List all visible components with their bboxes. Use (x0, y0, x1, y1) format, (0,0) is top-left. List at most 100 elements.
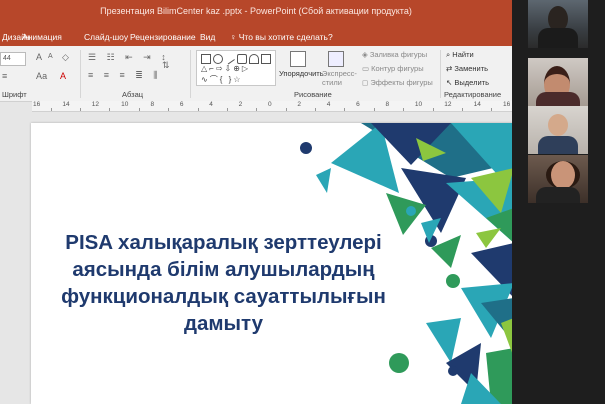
replace-label: Заменить (454, 64, 489, 73)
circle-shape (448, 366, 458, 376)
text-direction-icon[interactable]: ⇅ (162, 60, 170, 71)
participant-video-3[interactable] (528, 106, 588, 154)
ruler-tick (491, 108, 493, 111)
ruler-label: 4 (209, 101, 213, 108)
ruler-label: 0 (268, 101, 272, 108)
horizontal-ruler: 16 14 12 10 8 6 4 2 0 2 4 6 8 10 12 14 16 (32, 101, 512, 112)
ruler-label: 12 (444, 101, 452, 108)
ruler-tick (50, 108, 52, 111)
ruler-tick (109, 108, 111, 111)
arrange-button[interactable]: Упорядочить (279, 69, 324, 78)
ruler-label: 6 (179, 101, 184, 108)
rectangle-shape-icon[interactable] (201, 54, 211, 64)
slide-title-line: функционалдық сауаттылығын (61, 285, 386, 308)
participant-face (546, 161, 580, 189)
quick-styles-button[interactable]: Экспресс-стили (322, 69, 357, 87)
participant-video-1[interactable] (528, 0, 588, 48)
triangle-shape (426, 318, 461, 363)
replace-button[interactable]: ⇄ Заменить (446, 64, 488, 73)
participant-body (538, 28, 578, 48)
ruler-label: 16 (503, 101, 511, 108)
separator (440, 50, 441, 98)
ruler-tick (226, 108, 228, 111)
shape-effects-button[interactable]: ◻ Эффекты фигуры (362, 78, 433, 87)
separator (80, 50, 81, 98)
circle-shape (446, 274, 460, 288)
window-title: Презентация BilimCenter kaz .pptx - Powe… (100, 6, 412, 16)
slide-title-line: дамыту (183, 312, 264, 335)
list-icons[interactable]: ☰ ☷ ⇤ ⇥ ↕ (88, 52, 170, 63)
change-case-icon[interactable]: Аа (36, 71, 47, 81)
shapes-gallery[interactable]: △⌐⇨⇩⊕▷ ∿⌒{ }☆ (196, 50, 276, 86)
ruler-label: 2 (297, 101, 301, 108)
ruler-label: 8 (150, 101, 155, 108)
find-label: Найти (452, 50, 474, 59)
ruler-label: 14 (62, 101, 70, 108)
shapes-row-2[interactable]: △⌐⇨⇩⊕▷ (201, 64, 250, 73)
textbox-shape-icon[interactable] (261, 54, 271, 64)
oval-shape-icon[interactable] (213, 54, 223, 64)
ruler-label: 4 (326, 101, 331, 108)
powerpoint-app: Презентация BilimCenter kaz .pptx - Powe… (0, 0, 605, 404)
ruler-tick (373, 108, 375, 111)
shape-fill-button[interactable]: ◈ Заливка фигуры (362, 50, 427, 59)
arrange-icon[interactable] (290, 51, 306, 67)
font-color-icon[interactable]: A (60, 71, 66, 81)
decrease-font-icon[interactable]: A (48, 53, 53, 60)
ruler-label: 10 (414, 101, 423, 108)
font-size-field[interactable]: 44 (0, 52, 26, 66)
participant-video-2[interactable] (528, 58, 588, 106)
tab-review[interactable]: Рецензирование (130, 32, 196, 42)
ruler-tick (461, 108, 463, 111)
select-button[interactable]: ↖ Выделить (446, 78, 489, 87)
circle-shape (406, 206, 416, 216)
align-icons[interactable]: ≡ ≡ ≡ ≣ ⫼ (88, 70, 161, 81)
lightbulb-icon: ♀ (230, 32, 239, 42)
rounded-rect-icon[interactable] (237, 54, 247, 64)
slide-title-line: аясында білім алушылардың (72, 258, 375, 281)
shape-outline-button[interactable]: ▭ Контур фигуры (362, 64, 424, 73)
select-label: Выделить (454, 78, 489, 87)
slide-canvas[interactable]: PISA халықаралық зерттеулері аясында біл… (31, 123, 514, 404)
circle-shape (389, 353, 409, 373)
ruler-tick (344, 108, 346, 111)
ruler-tick (138, 108, 140, 111)
shape-outline-label: Контур фигуры (371, 64, 424, 73)
line-shape-icon[interactable] (223, 52, 235, 65)
tab-view[interactable]: Вид (200, 32, 215, 42)
ruler-label: 8 (385, 101, 390, 108)
group-label-editing: Редактирование (444, 90, 502, 99)
group-label-drawing: Рисование (294, 90, 332, 99)
slide-title-line: PISA халықаралық зерттеулері (65, 231, 382, 254)
ruler-label: 10 (121, 101, 129, 108)
clear-format-icon[interactable]: ◇ (62, 52, 69, 63)
ruler-label: 14 (473, 101, 481, 108)
circle-shape (300, 142, 312, 154)
arc-shape-icon[interactable] (249, 54, 259, 64)
tell-me-search[interactable]: ♀ Что вы хотите сделать? (230, 32, 333, 42)
increase-font-icon[interactable]: A (36, 52, 42, 62)
participant-video-4[interactable] (528, 155, 588, 203)
title-bar: Презентация BilimCenter kaz .pptx - Powe… (0, 0, 512, 26)
ruler-tick (197, 108, 199, 111)
slide-title[interactable]: PISA халықаралық зерттеулері аясында біл… (31, 229, 416, 337)
triangle-shape (316, 168, 331, 193)
find-button[interactable]: ⌕ Найти (446, 50, 474, 60)
ribbon: 44 A A ◇ ≡ Аа A Шрифт ☰ ☷ ⇤ ⇥ ↕ ≡ ≡ ≡ ≣ … (0, 46, 512, 102)
triangle-shape (476, 228, 501, 248)
tab-slideshow[interactable]: Слайд-шоу (84, 32, 128, 42)
ruler-label: 6 (356, 101, 360, 108)
separator (190, 50, 191, 98)
quick-styles-icon[interactable] (328, 51, 344, 67)
tab-animation[interactable]: Анимация (22, 32, 62, 42)
shape-fill-label: Заливка фигуры (369, 50, 428, 59)
ruler-tick (315, 108, 317, 111)
participant-face (548, 114, 568, 136)
char-spacing-icon[interactable]: ≡ (2, 71, 7, 81)
group-label-paragraph: Абзац (122, 90, 144, 99)
shape-effects-label: Эффекты фигуры (370, 78, 433, 87)
participant-body (536, 187, 580, 203)
participant-body (538, 136, 578, 154)
shapes-row-3[interactable]: ∿⌒{ }☆ (201, 74, 242, 85)
group-label-font: Шрифт (2, 90, 27, 99)
